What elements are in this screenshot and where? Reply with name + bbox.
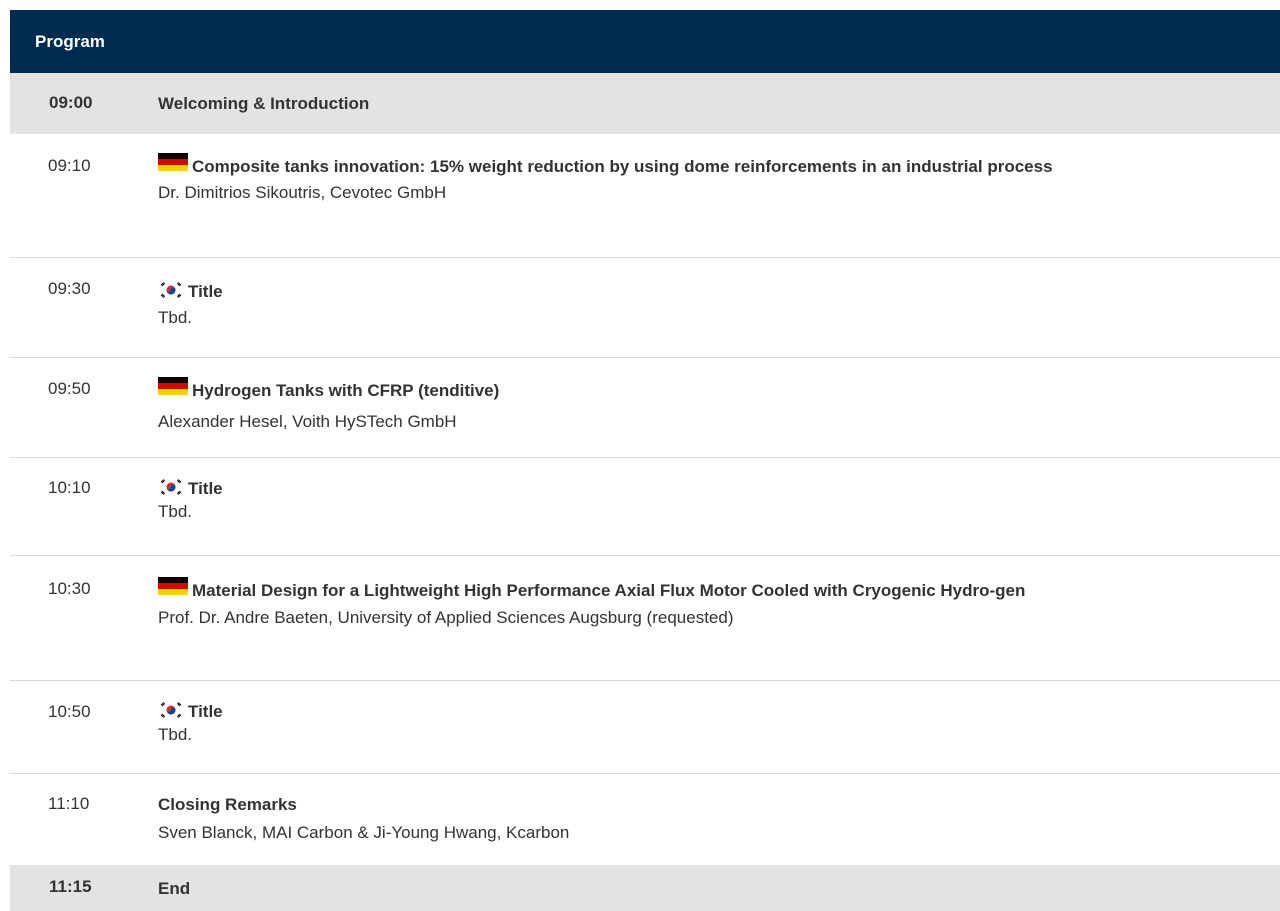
row-title: Hydrogen Tanks with CFRP (tenditive) [158, 377, 1266, 402]
talk-title: Hydrogen Tanks with CFRP (tenditive) [192, 381, 500, 400]
talk-title: Title [188, 702, 223, 721]
row-title: Title [158, 700, 1266, 723]
speaker-name: Dr. Dimitrios Sikoutris, Cevotec GmbH [158, 183, 447, 202]
south-korea-flag-icon [158, 701, 184, 719]
speaker-name: Tbd. [158, 502, 193, 521]
speaker-name: Sven Blanck, MAI Carbon & Ji-Young Hwang… [158, 823, 570, 842]
program-row: 10:30 Material Design for a Lightweight … [10, 556, 1280, 681]
row-content: Composite tanks innovation: 15% weight r… [158, 153, 1266, 204]
row-title: Material Design for a Lightweight High P… [158, 577, 1266, 602]
speaker-name: Tbd. [158, 725, 193, 744]
row-time: 10:50 [48, 702, 91, 721]
row-title: Welcoming & Introduction [158, 94, 370, 113]
row-content: End [158, 877, 1266, 900]
row-title: End [158, 879, 191, 898]
row-content: Hydrogen Tanks with CFRP (tenditive) Ale… [158, 377, 1266, 433]
row-time: 09:30 [48, 279, 91, 298]
program-row: 09:50 Hydrogen Tanks with CFRP (tenditiv… [10, 358, 1280, 458]
row-content: Welcoming & Introduction [158, 92, 1266, 115]
talk-title: Material Design for a Lightweight High P… [192, 581, 1026, 600]
row-time: 11:10 [48, 794, 90, 813]
row-time: 10:30 [48, 579, 91, 598]
row-content: Title Tbd. [158, 700, 1266, 746]
row-content: Material Design for a Lightweight High P… [158, 577, 1266, 629]
row-title: Closing Remarks [158, 795, 297, 814]
talk-title: Title [188, 282, 223, 301]
germany-flag-icon [158, 377, 188, 395]
row-time: 09:10 [48, 156, 91, 175]
row-content: Title Tbd. [158, 280, 1266, 329]
speaker-name: Prof. Dr. Andre Baeten, University of Ap… [158, 608, 734, 627]
program-row: 10:50 Title Tbd. [10, 681, 1280, 774]
program-row: 09:10 Composite tanks innovation: 15% we… [10, 134, 1280, 258]
south-korea-flag-icon [158, 281, 184, 299]
row-time: 09:00 [49, 93, 93, 112]
row-content: Title Tbd. [158, 477, 1266, 523]
program-header: Program [10, 10, 1280, 73]
speaker-name: Alexander Hesel, Voith HySTech GmbH [158, 412, 457, 431]
program-row: 09:30 Title Tbd. [10, 258, 1280, 358]
row-title: Title [158, 280, 1266, 303]
talk-title: Title [188, 479, 223, 498]
row-title: Title [158, 477, 1266, 500]
program-table: Program 09:00 Welcoming & Introduction 0… [10, 10, 1280, 911]
row-title: Composite tanks innovation: 15% weight r… [158, 153, 1266, 178]
program-row-break: 11:15 End [10, 865, 1280, 911]
row-time: 10:10 [48, 478, 91, 497]
program-row: 11:10 Closing Remarks Sven Blanck, MAI C… [10, 774, 1280, 865]
talk-title: Composite tanks innovation: 15% weight r… [192, 157, 1053, 176]
row-content: Closing Remarks Sven Blanck, MAI Carbon … [158, 793, 1266, 844]
germany-flag-icon [158, 577, 188, 595]
germany-flag-icon [158, 153, 188, 171]
program-row-break: 09:00 Welcoming & Introduction [10, 73, 1280, 134]
south-korea-flag-icon [158, 478, 184, 496]
row-time: 11:15 [49, 877, 92, 896]
program-row: 10:10 Title Tbd. [10, 458, 1280, 556]
row-time: 09:50 [48, 379, 91, 398]
speaker-name: Tbd. [158, 308, 193, 327]
